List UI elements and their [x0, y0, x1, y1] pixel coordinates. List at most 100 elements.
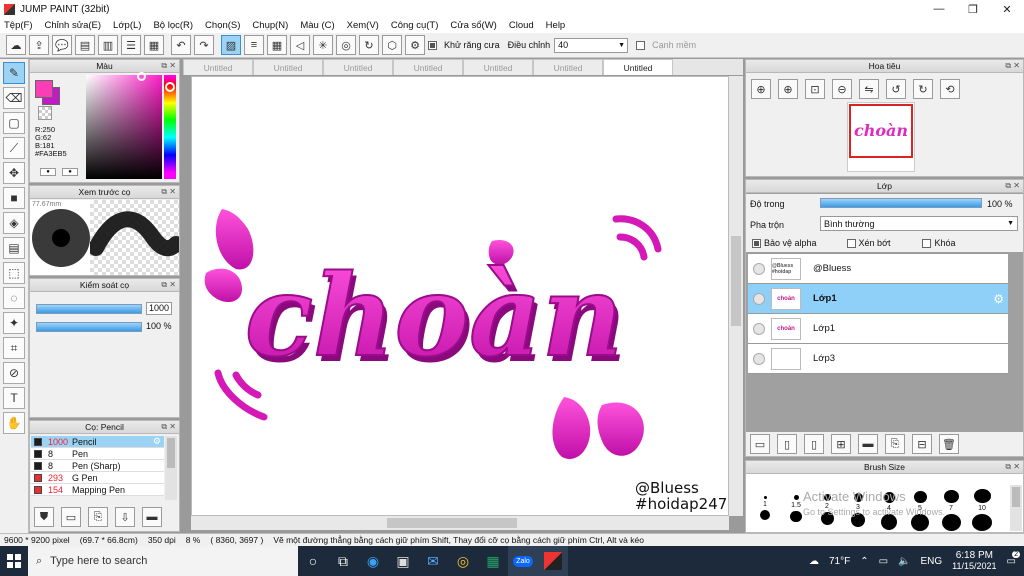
blend-mode-select[interactable]: Bình thường ▼: [820, 216, 1018, 231]
layer-row[interactable]: choàn Lớp1: [748, 314, 1008, 344]
menu-tools[interactable]: Công cụ(T): [391, 20, 439, 31]
tab-untitled[interactable]: Untitled: [463, 59, 533, 75]
chrome-icon[interactable]: ◎: [448, 546, 478, 576]
chevron-up-icon[interactable]: ⌃: [860, 556, 868, 567]
tab-untitled[interactable]: Untitled: [253, 59, 323, 75]
tab-untitled-active[interactable]: Untitled: [603, 59, 673, 75]
menu-view[interactable]: Xem(V): [347, 20, 379, 31]
grid-icon[interactable]: ▦: [267, 35, 287, 55]
eye-icon[interactable]: [753, 292, 765, 305]
brush-tool-icon[interactable]: ✎: [3, 62, 25, 84]
canvas-horizontal-scrollbar[interactable]: [191, 516, 729, 530]
panel-close-icon[interactable]: ⧉ ✕: [161, 61, 176, 71]
add-layer-dropdown-icon[interactable]: ⊞: [831, 434, 851, 454]
list-icon[interactable]: ☰: [121, 35, 141, 55]
panel-close-icon[interactable]: ⧉ ✕: [1005, 181, 1020, 191]
language-indicator[interactable]: ENG: [920, 556, 942, 567]
new-layer-icon[interactable]: ▭: [750, 434, 770, 454]
brush-new-icon[interactable]: ▭: [61, 507, 81, 527]
menu-select[interactable]: Chọn(S): [205, 20, 240, 31]
radial-icon[interactable]: ✳: [313, 35, 333, 55]
line-tool-icon[interactable]: ⟋: [3, 137, 25, 159]
menu-capture[interactable]: Chụp(N): [252, 20, 288, 31]
panel-close-icon[interactable]: ⧉ ✕: [161, 187, 176, 197]
redo-icon[interactable]: ↷: [194, 35, 214, 55]
brush-folder-icon[interactable]: ▬: [142, 507, 162, 527]
menu-file[interactable]: Tệp(F): [4, 20, 33, 31]
brush-add-icon[interactable]: ⛊: [34, 507, 54, 527]
layer-row[interactable]: Lớp3: [748, 344, 1008, 374]
concentric-icon[interactable]: ◎: [336, 35, 356, 55]
text-tool-icon[interactable]: T: [3, 387, 25, 409]
layer-row[interactable]: @Bluess #hoidap @Bluess: [748, 254, 1008, 284]
saturation-value-field[interactable]: [86, 75, 162, 179]
protect-alpha-checkbox[interactable]: [752, 238, 761, 248]
brush-size-slider[interactable]: [36, 304, 142, 314]
rectangle-tool-icon[interactable]: ▢: [3, 112, 25, 134]
transparent-swatch[interactable]: [38, 106, 52, 120]
brush-duplicate-icon[interactable]: ⎘: [88, 507, 108, 527]
brush-item[interactable]: 8 Pen: [31, 448, 164, 460]
adjust-select[interactable]: 40 ▼: [554, 37, 629, 53]
navigator-thumbnail[interactable]: choàn: [847, 102, 915, 172]
cortana-icon[interactable]: ○: [298, 546, 328, 576]
panel-close-icon[interactable]: ⧉ ✕: [161, 422, 176, 432]
taskbar-search[interactable]: ⌕ Type here to search: [28, 546, 298, 576]
delete-layer-icon[interactable]: 🗑: [939, 434, 959, 454]
export-icon[interactable]: ⇪: [29, 35, 49, 55]
brush-size-scrollbar[interactable]: [1010, 485, 1022, 531]
lasso-tool-icon[interactable]: ◌: [3, 287, 25, 309]
reset-view-icon[interactable]: ⟲: [940, 79, 960, 99]
panel-close-icon[interactable]: ⧉ ✕: [161, 280, 176, 290]
brush-import-icon[interactable]: ⇩: [115, 507, 135, 527]
select-tool-icon[interactable]: ⬚: [3, 262, 25, 284]
clip-checkbox[interactable]: [846, 238, 856, 248]
brush-size-option[interactable]: 1: [750, 485, 780, 531]
duplicate-layer-icon[interactable]: ⎘: [885, 434, 905, 454]
color-cursor[interactable]: [137, 72, 146, 81]
clock[interactable]: 6:18 PM 11/15/2021: [952, 550, 996, 572]
snap-checkbox[interactable]: [636, 40, 646, 50]
brush-item[interactable]: 8 Pen (Sharp): [31, 460, 164, 472]
gradient-tool-icon[interactable]: ▤: [3, 237, 25, 259]
antialias-checkbox[interactable]: [428, 40, 437, 50]
grid-settings-icon[interactable]: ▦: [144, 35, 164, 55]
brush-size-input[interactable]: 1000: [146, 302, 172, 315]
flip-icon[interactable]: ⇋: [859, 79, 879, 99]
lock-checkbox[interactable]: [922, 238, 932, 248]
edge-icon[interactable]: ◉: [358, 546, 388, 576]
eye-icon[interactable]: [753, 352, 765, 365]
layer-row[interactable]: choàn Lớp1 ⚙: [748, 284, 1008, 314]
eye-icon[interactable]: [753, 262, 765, 275]
drawing-canvas[interactable]: choàn choàn @Bluess #hoidap247: [191, 76, 729, 516]
zoom-fit-icon[interactable]: ⊕: [751, 79, 771, 99]
brush-size-option[interactable]: 10: [967, 485, 997, 531]
primary-color-swatch[interactable]: [35, 80, 53, 98]
move-tool-icon[interactable]: ✥: [3, 162, 25, 184]
brush-list-scrollbar[interactable]: [165, 436, 177, 500]
select-eraser-tool-icon[interactable]: ⊘: [3, 362, 25, 384]
maximize-button[interactable]: ❐: [956, 0, 990, 18]
comment-icon[interactable]: 💬: [52, 35, 72, 55]
magic-wand-tool-icon[interactable]: ✦: [3, 312, 25, 334]
new-1bit-layer-icon[interactable]: ▯: [804, 434, 824, 454]
weather-icon[interactable]: ☁: [809, 556, 819, 567]
weather-temp[interactable]: 71°F: [829, 556, 850, 567]
eye-icon[interactable]: [753, 322, 765, 335]
network-icon[interactable]: ▭: [879, 556, 888, 567]
menu-filter[interactable]: Bộ lọc(R): [153, 20, 193, 31]
volume-icon[interactable]: 🔈: [898, 556, 910, 567]
document-icon[interactable]: ▥: [98, 35, 118, 55]
gear-icon[interactable]: ⚙: [993, 292, 1004, 306]
panel-close-icon[interactable]: ⧉ ✕: [1005, 462, 1020, 472]
hatch-icon[interactable]: ▨: [221, 35, 241, 55]
brush-item[interactable]: 154 Mapping Pen: [31, 484, 164, 496]
brush-item[interactable]: 293 G Pen: [31, 472, 164, 484]
brush-item[interactable]: 1000 Pencil ⚙: [31, 436, 164, 448]
close-button[interactable]: ✕: [990, 0, 1024, 18]
merge-layer-icon[interactable]: ⊟: [912, 434, 932, 454]
menu-color[interactable]: Màu (C): [300, 20, 334, 31]
task-view-icon[interactable]: ⧉: [328, 546, 358, 576]
mail-icon[interactable]: ✉: [418, 546, 448, 576]
layer-folder-icon[interactable]: ▬: [858, 434, 878, 454]
